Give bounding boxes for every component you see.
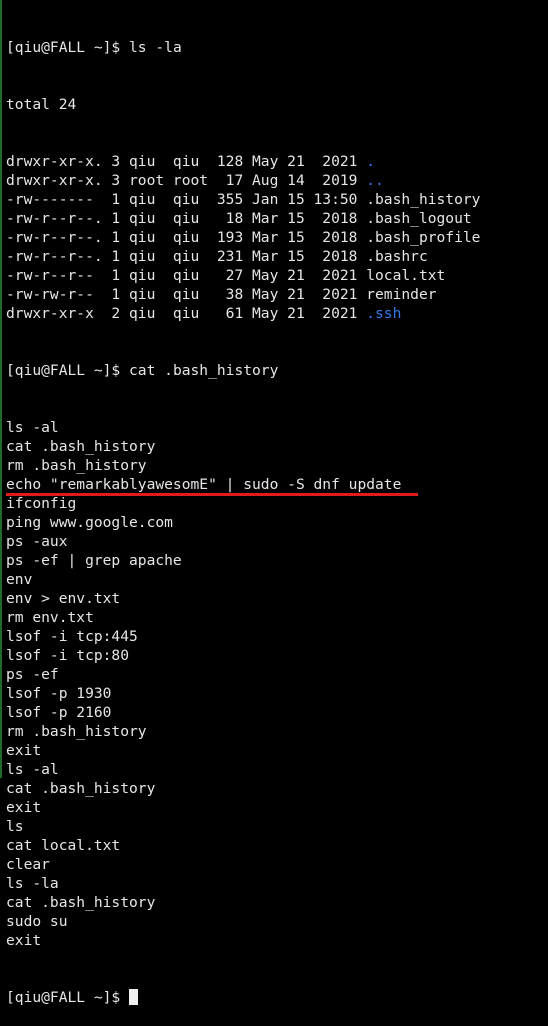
shell-prompt: [qiu@FALL ~]$ xyxy=(6,989,130,1006)
file-meta: drwxr-xr-x. 3 qiu qiu 128 May 21 2021 xyxy=(6,153,367,170)
history-line: exit xyxy=(6,932,42,949)
shell-prompt: [qiu@FALL ~]$ xyxy=(6,39,130,56)
file-name: .bashrc xyxy=(366,248,428,265)
history-line: rm .bash_history xyxy=(6,723,147,740)
history-line: env > env.txt xyxy=(6,590,121,607)
file-name: reminder xyxy=(366,286,437,303)
listing-row: -rw-r--r--. 1 qiu qiu 18 Mar 15 2018 .ba… xyxy=(6,209,548,228)
history-line: ls -la xyxy=(6,875,59,892)
history-line: cat .bash_history xyxy=(6,894,156,911)
text-cursor[interactable] xyxy=(129,989,139,1005)
history-line: ps -ef | grep apache xyxy=(6,552,182,569)
history-line: exit xyxy=(6,799,42,816)
prompt-line: [qiu@FALL ~]$ cat .bash_history xyxy=(6,361,548,380)
listing-row: -rw-r--r-- 1 qiu qiu 27 May 21 2021 loca… xyxy=(6,266,548,285)
file-meta: -rw-r--r--. 1 qiu qiu 18 Mar 15 2018 xyxy=(6,210,367,227)
history-line: cat local.txt xyxy=(6,837,121,854)
file-meta: drwxr-xr-x 2 qiu qiu 61 May 21 2021 xyxy=(6,305,367,322)
directory-name: .. xyxy=(366,172,384,189)
active-prompt-line[interactable]: [qiu@FALL ~]$ xyxy=(6,988,548,1007)
history-line: cat .bash_history xyxy=(6,780,156,797)
command-text: ls -la xyxy=(129,39,182,56)
file-meta: -rw------- 1 qiu qiu 355 Jan 15 13:50 xyxy=(6,191,367,208)
history-line: rm env.txt xyxy=(6,609,94,626)
history-line: lsof -p 1930 xyxy=(6,685,112,702)
file-meta: -rw-r--r--. 1 qiu qiu 193 Mar 15 2018 xyxy=(6,229,367,246)
shell-prompt: [qiu@FALL ~]$ xyxy=(6,362,130,379)
listing-row: -rw------- 1 qiu qiu 355 Jan 15 13:50 .b… xyxy=(6,190,548,209)
listing-row: -rw-r--r--. 1 qiu qiu 193 Mar 15 2018 .b… xyxy=(6,228,548,247)
file-name: .bash_profile xyxy=(366,229,481,246)
history-line: cat .bash_history xyxy=(6,438,156,455)
history-line: env xyxy=(6,571,33,588)
listing-row: drwxr-xr-x. 3 root root 17 Aug 14 2019 .… xyxy=(6,171,548,190)
prompt-line: [qiu@FALL ~]$ ls -la xyxy=(6,38,548,57)
history-line: lsof -i tcp:445 xyxy=(6,628,138,645)
history-line: ps -ef xyxy=(6,666,59,683)
directory-name: . xyxy=(366,153,376,170)
file-listing: drwxr-xr-x. 3 qiu qiu 128 May 21 2021 .d… xyxy=(6,152,548,323)
history-output: ls -al cat .bash_history rm .bash_history e… xyxy=(6,418,548,950)
history-line-highlighted: echo "remarkablyawesomE" | sudo -S dnf u… xyxy=(6,475,548,496)
file-meta: -rw-r--r-- 1 qiu qiu 27 May 21 2021 xyxy=(6,267,367,284)
history-line: ls -al xyxy=(6,419,59,436)
terminal-window[interactable]: [qiu@FALL ~]$ ls -la total 24 drwxr-xr-x… xyxy=(0,0,548,1006)
file-name: local.txt xyxy=(366,267,446,284)
command-text: cat .bash_history xyxy=(129,362,279,379)
file-meta: -rw-r--r--. 1 qiu qiu 231 Mar 15 2018 xyxy=(6,248,367,265)
directory-name: .ssh xyxy=(366,305,402,322)
history-line: ls xyxy=(6,818,24,835)
history-line: lsof -p 2160 xyxy=(6,704,112,721)
history-line: lsof -i tcp:80 xyxy=(6,647,130,664)
history-line: ps -aux xyxy=(6,533,68,550)
file-meta: -rw-rw-r-- 1 qiu qiu 38 May 21 2021 xyxy=(6,286,367,303)
history-line: clear xyxy=(6,856,50,873)
listing-row: -rw-r--r--. 1 qiu qiu 231 Mar 15 2018 .b… xyxy=(6,247,548,266)
history-line: exit xyxy=(6,742,42,759)
file-name: .bash_history xyxy=(366,191,481,208)
file-meta: drwxr-xr-x. 3 root root 17 Aug 14 2019 xyxy=(6,172,367,189)
history-line: ls -al xyxy=(6,761,59,778)
listing-row: drwxr-xr-x 2 qiu qiu 61 May 21 2021 .ssh xyxy=(6,304,548,323)
listing-row: drwxr-xr-x. 3 qiu qiu 128 May 21 2021 . xyxy=(6,152,548,171)
listing-row: -rw-rw-r-- 1 qiu qiu 38 May 21 2021 remi… xyxy=(6,285,548,304)
history-line: ifconfig xyxy=(6,495,77,512)
history-line: rm .bash_history xyxy=(6,457,147,474)
listing-total: total 24 xyxy=(6,96,77,113)
history-line: sudo su xyxy=(6,913,68,930)
history-line: ping www.google.com xyxy=(6,514,173,531)
file-name: .bash_logout xyxy=(366,210,472,227)
